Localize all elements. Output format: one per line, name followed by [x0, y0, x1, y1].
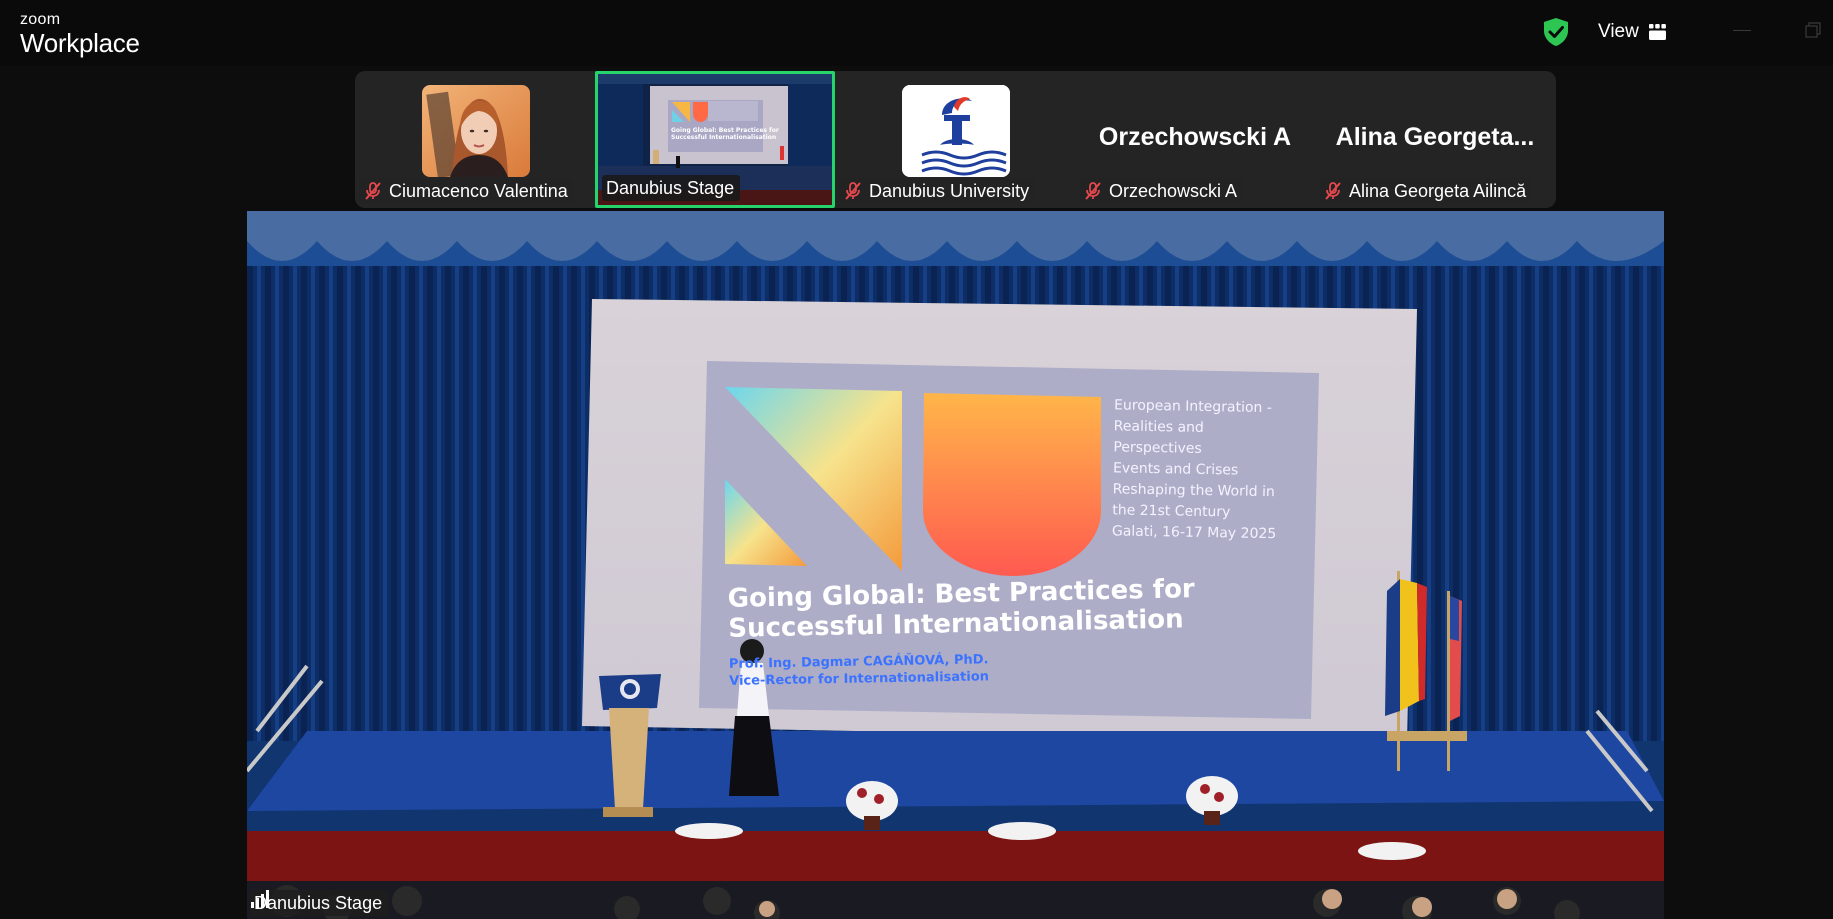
- view-label: View: [1598, 21, 1639, 42]
- main-video[interactable]: European Integration - Realities and Per…: [247, 211, 1664, 919]
- svg-text:Successful Internationalisatio: Successful Internationalisation: [671, 134, 776, 141]
- minimize-button[interactable]: [1733, 30, 1751, 31]
- slide-conference-info: European Integration - Realities and Per…: [1112, 395, 1305, 545]
- stage-scene: [247, 211, 1664, 919]
- brand-top: zoom: [20, 11, 61, 28]
- participant-tile[interactable]: Danubius University: [835, 71, 1075, 208]
- mic-muted-icon: [845, 182, 861, 200]
- signal-strength-icon: [251, 890, 269, 908]
- svg-text:Going Global: Best Practices f: Going Global: Best Practices for: [671, 127, 779, 134]
- slide-author: Prof. Ing. Dagmar CAGÁŇOVÁ, PhD. Vice-Re…: [729, 650, 1060, 690]
- mic-muted-icon: [1325, 182, 1341, 200]
- participant-display-name: Orzechowscki A: [1098, 123, 1292, 151]
- avatar: [422, 85, 530, 177]
- view-button[interactable]: View: [1598, 18, 1666, 46]
- participant-tile[interactable]: Alina Georgeta... Alina Georgeta Ailincă: [1315, 71, 1555, 208]
- shield-check-icon[interactable]: [1542, 17, 1570, 47]
- participant-tile[interactable]: Orzechowscki A Orzechowscki A: [1075, 71, 1315, 208]
- slide-title: Going Global: Best Practices for Success…: [727, 574, 1196, 644]
- mic-muted-icon: [365, 182, 381, 200]
- participant-name-tag: Orzechowscki A: [1079, 178, 1244, 204]
- participant-name: Danubius University: [869, 180, 1030, 201]
- participant-tile-active[interactable]: Going Global: Best Practices for Success…: [595, 71, 835, 208]
- title-bar: zoom Workplace View: [0, 0, 1833, 66]
- participant-name: Ciumacenco Valentina: [389, 180, 568, 201]
- restore-window-button[interactable]: [1805, 22, 1821, 38]
- mic-muted-icon: [1085, 182, 1101, 200]
- slide-line: Galati, 16-17 May 2025: [1111, 523, 1277, 543]
- brand-bottom: Workplace: [20, 28, 140, 58]
- participant-name: Orzechowscki A: [1109, 180, 1238, 201]
- main-video-name-tag: Danubius Stage: [250, 890, 389, 916]
- gallery-grid-icon: [1648, 24, 1666, 40]
- participant-name-tag: Danubius University: [839, 178, 1036, 204]
- participant-tile[interactable]: Ciumacenco Valentina: [355, 71, 595, 208]
- main-video-label: Danubius Stage: [254, 892, 383, 913]
- participant-strip: Ciumacenco Valentina Going Global: Best …: [355, 71, 1556, 208]
- app-logo: zoom Workplace: [20, 11, 140, 58]
- participant-display-name: Alina Georgeta...: [1335, 123, 1535, 151]
- participant-name-tag: Danubius Stage: [602, 175, 741, 201]
- university-logo: [902, 85, 1010, 177]
- participant-name-tag: Ciumacenco Valentina: [359, 178, 574, 204]
- participant-name: Danubius Stage: [606, 177, 735, 198]
- participant-name: Alina Georgeta Ailincă: [1349, 180, 1527, 201]
- participant-name-tag: Alina Georgeta Ailincă: [1319, 178, 1533, 204]
